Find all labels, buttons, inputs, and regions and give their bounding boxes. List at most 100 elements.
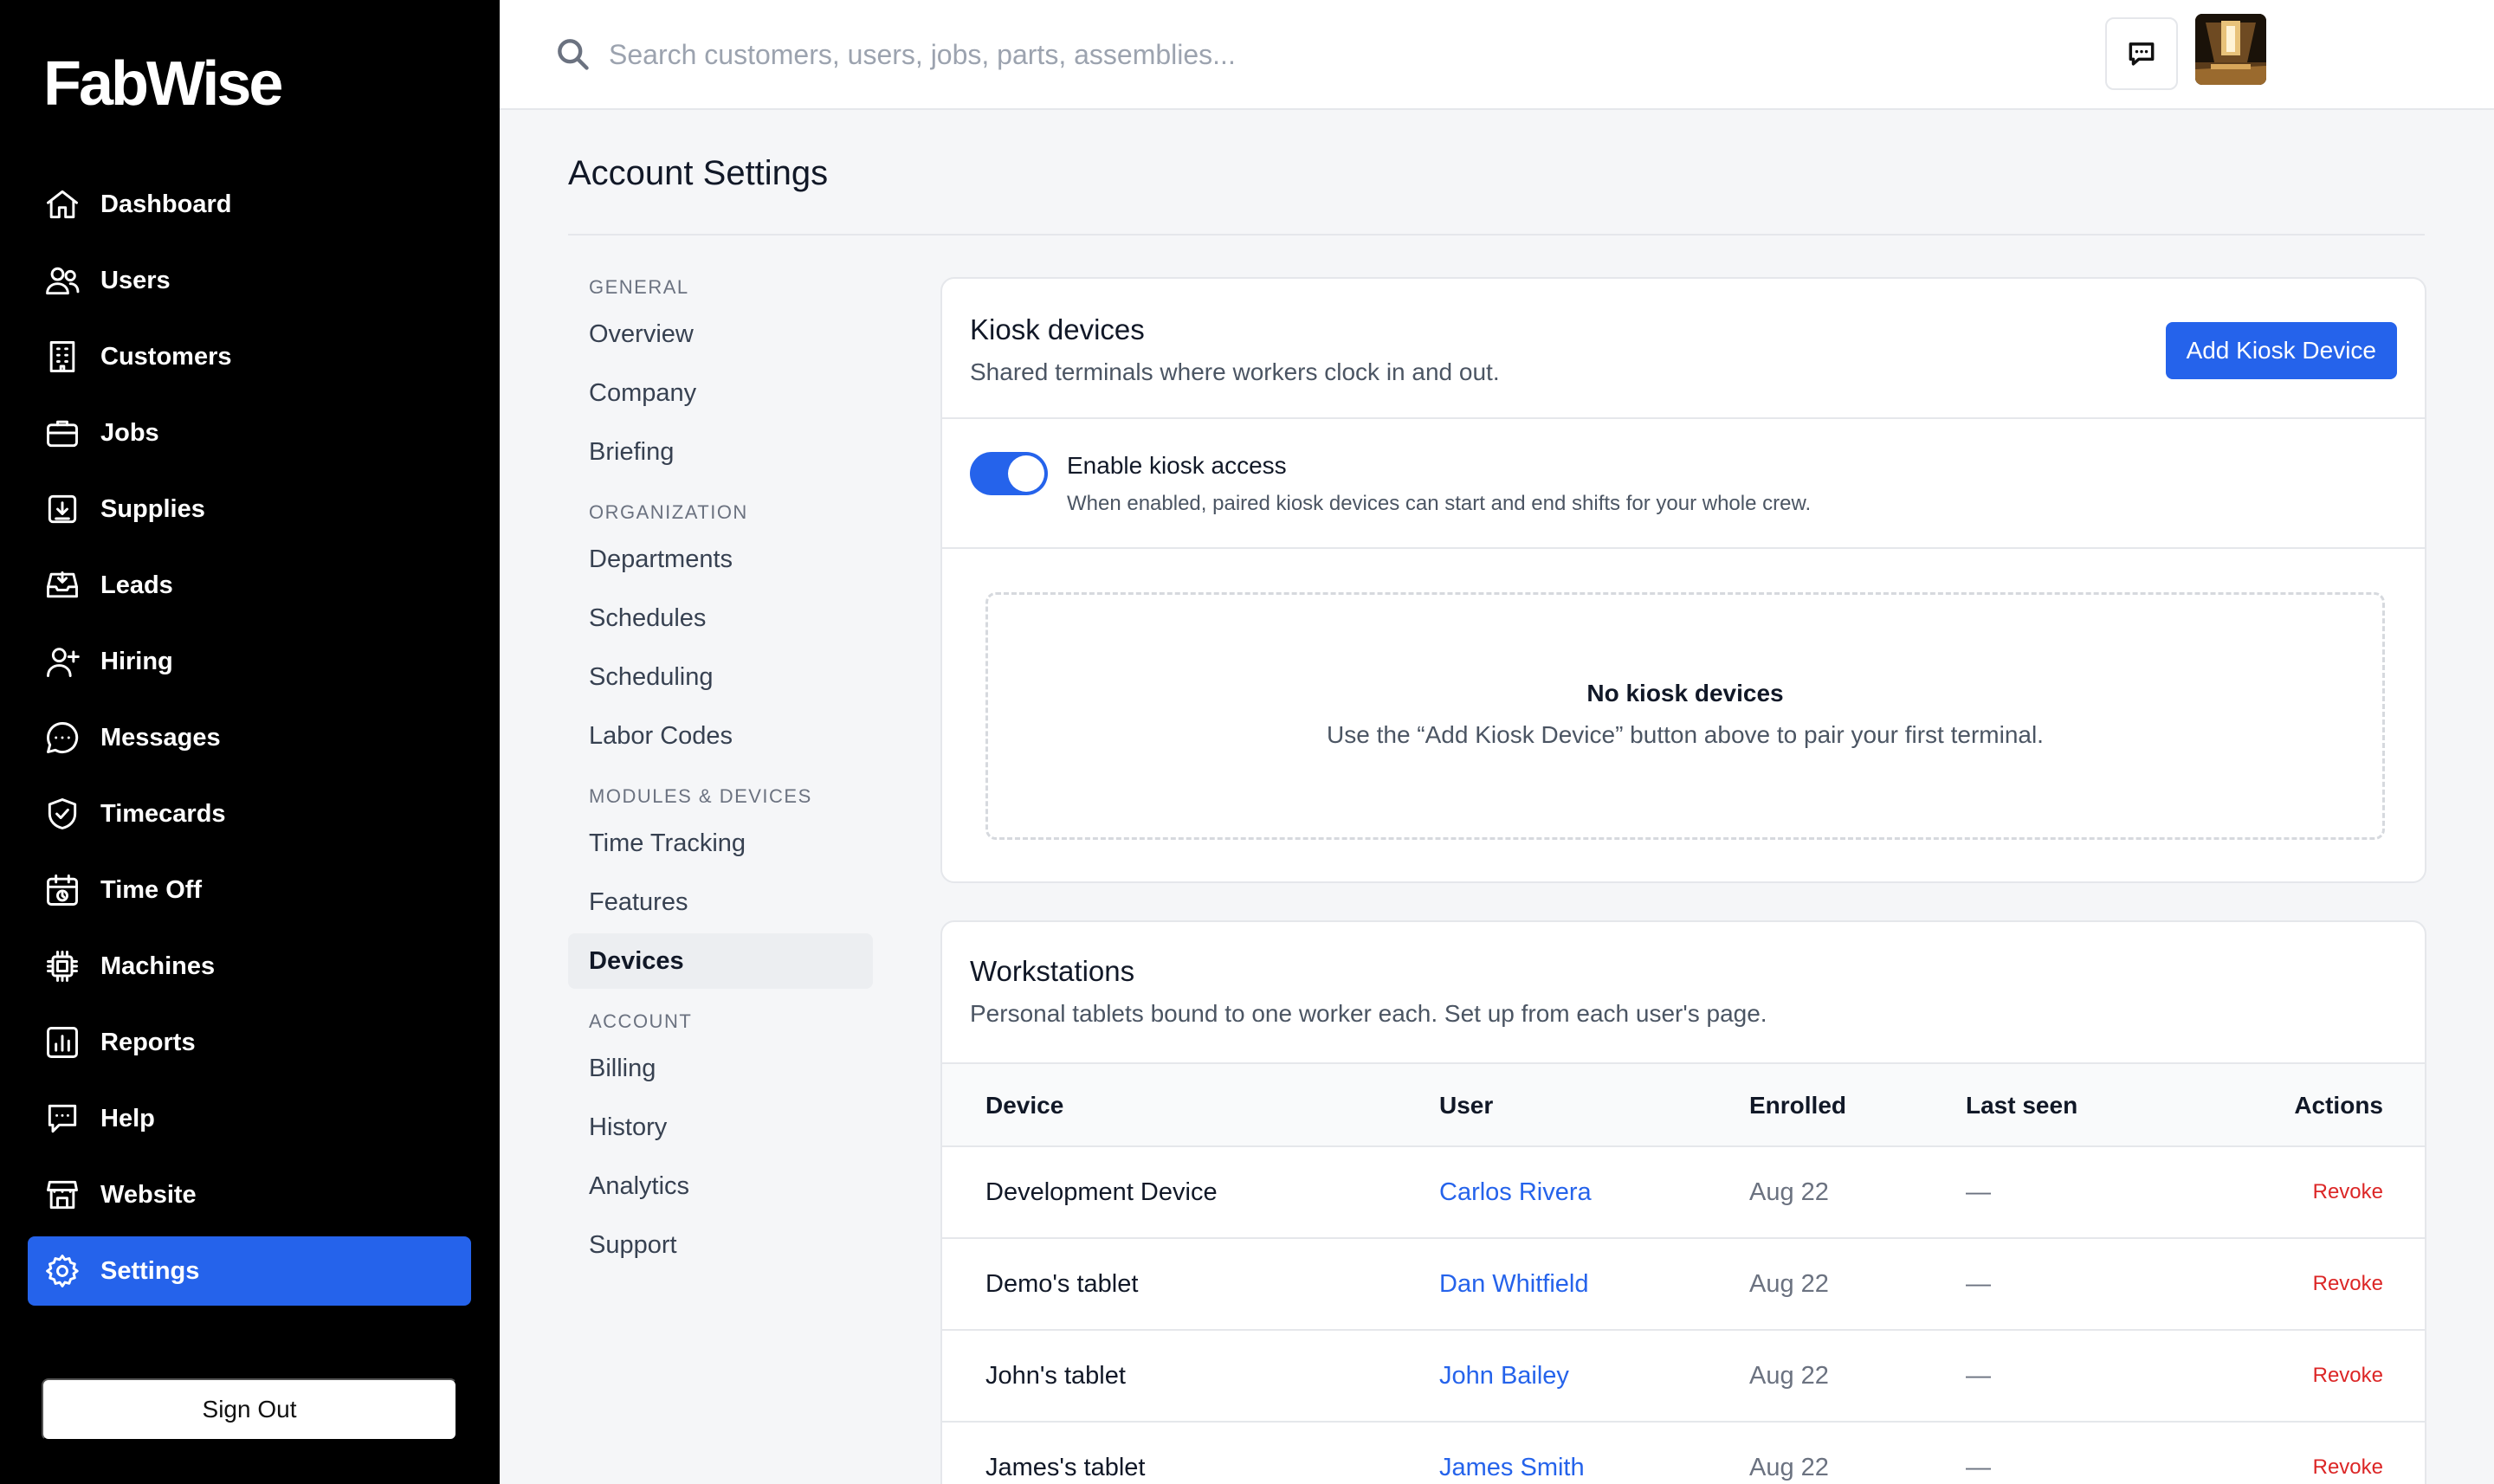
subnav-item-analytics[interactable]: Analytics xyxy=(568,1158,873,1214)
table-row: Demo's tablet Dan Whitfield Aug 22 — Rev… xyxy=(942,1239,2425,1331)
sidebar-item-customers[interactable]: Customers xyxy=(28,322,471,391)
kiosk-card-subtitle: Shared terminals where workers clock in … xyxy=(970,358,1500,385)
empty-state-title: No kiosk devices xyxy=(1586,680,1784,707)
sidebar-item-settings[interactable]: Settings xyxy=(28,1236,471,1306)
help-chat-icon xyxy=(48,1104,77,1133)
sidebar-item-label: Settings xyxy=(100,1256,200,1285)
device-name: James's tablet xyxy=(985,1453,1146,1481)
enable-kiosk-description: When enabled, paired kiosk devices can s… xyxy=(1067,492,1812,515)
kiosk-devices-card: Kiosk devices Shared terminals where wor… xyxy=(940,277,2426,883)
sidebar-item-messages[interactable]: Messages xyxy=(28,703,471,772)
building-icon xyxy=(49,341,75,372)
sidebar: FabWise Dashboard Users Customers Jobs S… xyxy=(0,0,500,1484)
sidebar-item-label: Time Off xyxy=(100,875,203,904)
cpu-chip-icon xyxy=(47,951,78,982)
subnav-item-scheduling[interactable]: Scheduling xyxy=(568,649,873,705)
sidebar-item-hiring[interactable]: Hiring xyxy=(28,627,471,696)
last-seen: — xyxy=(1966,1178,1991,1206)
user-link[interactable]: James Smith xyxy=(1439,1423,1585,1484)
column-header-device: Device xyxy=(985,1092,1064,1119)
sidebar-nav: Dashboard Users Customers Jobs Supplies … xyxy=(28,170,471,1313)
add-kiosk-device-button[interactable]: Add Kiosk Device xyxy=(2165,322,2397,379)
workstations-card-title: Workstations xyxy=(970,955,1135,987)
storefront-icon xyxy=(47,1180,78,1210)
subnav-item-schedules[interactable]: Schedules xyxy=(568,590,873,646)
sidebar-item-machines[interactable]: Machines xyxy=(28,932,471,1001)
enrolled-date: Aug 22 xyxy=(1749,1453,1829,1481)
user-link[interactable]: Dan Whitfield xyxy=(1439,1239,1588,1329)
sidebar-item-timecards[interactable]: Timecards xyxy=(28,779,471,848)
subnav-group-account: ACCOUNT xyxy=(589,1010,693,1032)
table-row: Development Device Carlos Rivera Aug 22 … xyxy=(942,1147,2425,1239)
column-header-user: User xyxy=(1439,1092,1494,1119)
workstations-card: Workstations Personal tablets bound to o… xyxy=(940,920,2426,1484)
user-link[interactable]: Carlos Rivera xyxy=(1439,1147,1592,1237)
sidebar-item-jobs[interactable]: Jobs xyxy=(28,398,471,468)
sidebar-item-reports[interactable]: Reports xyxy=(28,1008,471,1077)
sidebar-item-website[interactable]: Website xyxy=(28,1160,471,1229)
user-link[interactable]: John Bailey xyxy=(1439,1331,1569,1421)
enrolled-date: Aug 22 xyxy=(1749,1361,1829,1390)
revoke-button[interactable]: Revoke xyxy=(2313,1147,2383,1237)
empty-state-description: Use the “Add Kiosk Device” button above … xyxy=(1327,721,2044,748)
box-download-icon xyxy=(48,494,77,524)
device-name: Demo's tablet xyxy=(985,1269,1139,1298)
kiosk-empty-state: No kiosk devices Use the “Add Kiosk Devi… xyxy=(985,592,2385,840)
subnav-group-organization: ORGANIZATION xyxy=(589,501,748,523)
workstations-card-subtitle: Personal tablets bound to one worker eac… xyxy=(970,1000,1767,1027)
subnav-item-company[interactable]: Company xyxy=(568,365,873,421)
search-input[interactable] xyxy=(609,26,1648,83)
sidebar-item-label: Timecards xyxy=(100,799,226,828)
column-header-enrolled: Enrolled xyxy=(1749,1092,1847,1119)
sidebar-item-users[interactable]: Users xyxy=(28,246,471,315)
subnav-group-modules: MODULES & DEVICES xyxy=(589,785,812,807)
briefcase-icon xyxy=(47,420,78,448)
enrolled-date: Aug 22 xyxy=(1749,1269,1829,1298)
subnav-item-briefing[interactable]: Briefing xyxy=(568,424,873,480)
revoke-button[interactable]: Revoke xyxy=(2313,1331,2383,1421)
chat-bubble-icon xyxy=(47,722,79,753)
sidebar-item-dashboard[interactable]: Dashboard xyxy=(28,170,471,239)
revoke-button[interactable]: Revoke xyxy=(2313,1239,2383,1329)
sidebar-item-label: Machines xyxy=(100,952,216,980)
sidebar-item-label: Website xyxy=(100,1180,197,1209)
table-row: John's tablet John Bailey Aug 22 — Revok… xyxy=(942,1331,2425,1423)
messages-button[interactable] xyxy=(2105,17,2178,90)
kiosk-card-title: Kiosk devices xyxy=(970,313,1145,345)
app-logo[interactable]: FabWise xyxy=(43,48,283,119)
settings-subnav: GENERAL Overview Company Briefing ORGANI… xyxy=(568,268,873,1276)
search-icon xyxy=(553,35,591,73)
avatar[interactable] xyxy=(2195,14,2266,85)
user-plus-icon xyxy=(47,648,80,677)
subnav-item-support[interactable]: Support xyxy=(568,1217,873,1273)
enable-kiosk-label: Enable kiosk access xyxy=(1067,452,1287,479)
sign-out-button[interactable]: Sign Out xyxy=(42,1378,457,1441)
sidebar-item-help[interactable]: Help xyxy=(28,1084,471,1153)
sidebar-item-label: Customers xyxy=(100,342,232,371)
last-seen: — xyxy=(1966,1453,1991,1481)
enable-kiosk-toggle[interactable] xyxy=(970,452,1048,495)
sidebar-item-leads[interactable]: Leads xyxy=(28,551,471,620)
subnav-group-general: GENERAL xyxy=(589,276,689,298)
subnav-item-labor-codes[interactable]: Labor Codes xyxy=(568,708,873,764)
subnav-item-overview[interactable]: Overview xyxy=(568,306,873,362)
sidebar-item-label: Users xyxy=(100,266,171,294)
calendar-clock-icon xyxy=(47,874,78,906)
column-header-actions: Actions xyxy=(2294,1092,2383,1119)
sidebar-item-label: Dashboard xyxy=(100,190,232,218)
subnav-item-billing[interactable]: Billing xyxy=(568,1041,873,1096)
device-name: Development Device xyxy=(985,1178,1218,1206)
subnav-item-devices[interactable]: Devices xyxy=(568,933,873,989)
subnav-item-features[interactable]: Features xyxy=(568,874,873,930)
sidebar-item-time-off[interactable]: Time Off xyxy=(28,855,471,925)
sidebar-item-supplies[interactable]: Supplies xyxy=(28,474,471,544)
chat-icon xyxy=(2129,42,2155,66)
device-name: John's tablet xyxy=(985,1361,1126,1390)
subnav-item-history[interactable]: History xyxy=(568,1100,873,1155)
revoke-button[interactable]: Revoke xyxy=(2313,1423,2383,1484)
sidebar-item-label: Jobs xyxy=(100,418,159,447)
divider xyxy=(942,547,2425,549)
toggle-knob xyxy=(1008,455,1044,492)
subnav-item-time-tracking[interactable]: Time Tracking xyxy=(568,816,873,871)
subnav-item-departments[interactable]: Departments xyxy=(568,532,873,587)
